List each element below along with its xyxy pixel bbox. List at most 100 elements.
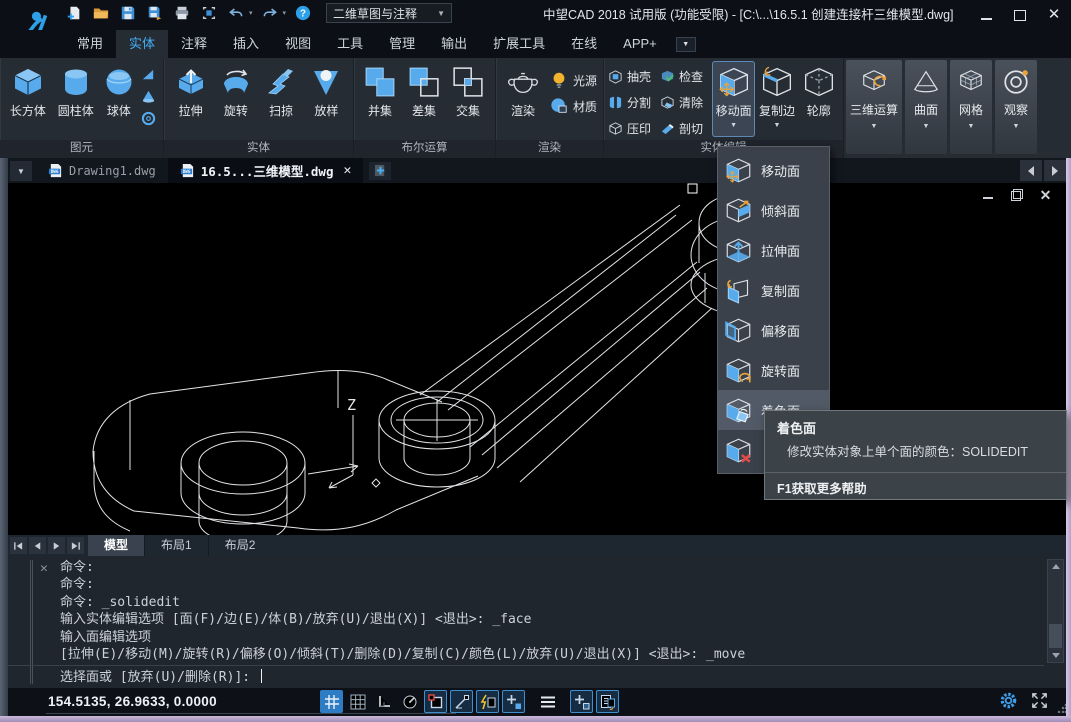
scroll-left-icon[interactable] — [1020, 160, 1042, 181]
undo-dropdown-icon[interactable]: ▾ — [249, 9, 253, 17]
last-layout-icon[interactable] — [67, 537, 84, 554]
new-file-icon[interactable] — [64, 3, 84, 23]
3d-operation-button[interactable]: 三维运算 ▼ — [846, 60, 902, 154]
move-face-button[interactable]: 移动面 ▼ — [712, 61, 755, 137]
doc-minimize-button[interactable] — [981, 189, 994, 202]
material-button[interactable]: 材质 — [550, 97, 597, 115]
doc-tab-drawing1[interactable]: DWG Drawing1.dwg — [36, 158, 168, 183]
tab-changyong[interactable]: 常用 — [64, 30, 116, 58]
chevron-down-icon: ▼ — [871, 123, 878, 130]
save-as-icon[interactable] — [145, 3, 165, 23]
lineweight-icon[interactable] — [502, 690, 525, 713]
menu-item-move-face[interactable]: 移动面 — [718, 150, 829, 190]
tab-app-plus[interactable]: APP+ — [610, 30, 670, 58]
observe-button[interactable]: 观察 ▼ — [995, 60, 1037, 154]
workspace-toggle-icon[interactable] — [596, 690, 619, 713]
wedge-icon[interactable] — [141, 67, 156, 82]
polar-icon[interactable] — [398, 690, 421, 713]
menu-item-rotate-face[interactable]: 旋转面 — [718, 350, 829, 390]
scrollbar-thumb[interactable] — [1049, 624, 1062, 648]
cylinder-button[interactable]: 圆柱体 — [52, 61, 100, 137]
maximize-button[interactable] — [1013, 8, 1027, 22]
tab-kuozhan[interactable]: 扩展工具 — [480, 30, 558, 58]
tab-charu[interactable]: 插入 — [220, 30, 272, 58]
doc-tab-list-icon[interactable]: ▼ — [10, 161, 32, 181]
ortho-icon[interactable] — [372, 690, 395, 713]
copy-edge-button[interactable]: 复制边 ▼ — [755, 61, 798, 137]
sweep-button[interactable]: 扫掠 — [259, 61, 304, 137]
tab-gongju[interactable]: 工具 — [324, 30, 376, 58]
menu-item-taper-face[interactable]: 倾斜面 — [718, 190, 829, 230]
cone-icon[interactable] — [141, 89, 156, 104]
intersect-button[interactable]: 交集 — [446, 61, 490, 137]
clean-button[interactable]: 清除 — [660, 94, 712, 111]
surface-button[interactable]: 曲面 ▼ — [905, 60, 947, 154]
scroll-down-icon[interactable] — [1052, 653, 1060, 658]
shell-button[interactable]: 抽壳 — [608, 68, 660, 85]
next-layout-icon[interactable] — [48, 537, 65, 554]
otrack-icon[interactable] — [450, 690, 473, 713]
outline-button[interactable]: 轮廓 — [799, 61, 839, 137]
tab-model-space[interactable]: 模型 — [88, 535, 144, 556]
tab-zhushi[interactable]: 注释 — [168, 30, 220, 58]
menu-item-copy-face[interactable]: 复制面 — [718, 270, 829, 310]
render-button[interactable]: 渲染 — [500, 61, 546, 137]
minimize-button[interactable] — [979, 8, 993, 22]
command-scrollbar[interactable] — [1047, 559, 1064, 663]
new-tab-button[interactable] — [369, 162, 391, 180]
slice-button[interactable]: 剖切 — [660, 120, 712, 137]
help-icon[interactable]: ? — [293, 3, 313, 23]
separate-button[interactable]: 分割 — [608, 94, 660, 111]
redo-dropdown-icon[interactable]: ▾ — [283, 9, 287, 17]
menu-item-extrude-face[interactable]: 拉伸面 — [718, 230, 829, 270]
fullscreen-icon[interactable] — [1030, 691, 1049, 710]
command-close-icon[interactable]: ✕ — [40, 561, 48, 576]
print-icon[interactable] — [172, 3, 192, 23]
ribbon-collapse-icon[interactable]: ▼ — [676, 37, 696, 52]
panel-label-solid: 实体 — [164, 140, 353, 158]
union-button[interactable]: 并集 — [358, 61, 402, 137]
box-button[interactable]: 长方体 — [4, 61, 52, 137]
tab-layout2[interactable]: 布局2 — [208, 535, 272, 556]
loft-button[interactable]: 放样 — [304, 61, 349, 137]
close-tab-icon[interactable]: ✕ — [344, 163, 352, 178]
scroll-up-icon[interactable] — [1052, 564, 1060, 569]
dynamic-input-icon[interactable] — [476, 690, 499, 713]
doc-restore-button[interactable] — [1010, 189, 1023, 202]
tab-guanli[interactable]: 管理 — [376, 30, 428, 58]
open-folder-icon[interactable] — [91, 3, 111, 23]
settings-gear-icon[interactable] — [999, 691, 1018, 710]
save-icon[interactable] — [118, 3, 138, 23]
tab-shuchu[interactable]: 输出 — [428, 30, 480, 58]
prev-layout-icon[interactable] — [29, 537, 46, 554]
imprint-button[interactable]: 压印 — [608, 120, 660, 137]
workspace-selector[interactable]: 二维草图与注释 ▼ — [326, 3, 452, 23]
doc-tab-model[interactable]: DWG 16.5...三维模型.dwg ✕ — [168, 158, 364, 183]
tab-zaixian[interactable]: 在线 — [558, 30, 610, 58]
light-button[interactable]: 光源 — [550, 71, 597, 89]
revolve-button[interactable]: 旋转 — [213, 61, 258, 137]
first-layout-icon[interactable] — [10, 537, 27, 554]
undo-icon[interactable] — [226, 3, 246, 23]
redo-icon[interactable] — [260, 3, 280, 23]
menu-item-offset-face[interactable]: 偏移面 — [718, 310, 829, 350]
scroll-right-icon[interactable] — [1044, 160, 1066, 181]
osnap-icon[interactable] — [424, 690, 447, 713]
tab-shiti[interactable]: 实体 — [116, 30, 168, 58]
status-menu-icon[interactable] — [536, 690, 559, 713]
subtract-button[interactable]: 差集 — [402, 61, 446, 137]
mesh-button[interactable]: 网格 ▼ — [950, 60, 992, 154]
snap-icon[interactable] — [320, 690, 343, 713]
torus-icon[interactable] — [141, 111, 156, 126]
doc-close-button[interactable]: ✕ — [1039, 189, 1052, 202]
selection-window-icon[interactable] — [199, 3, 219, 23]
check-button[interactable]: 检查 — [660, 68, 712, 85]
tab-layout1[interactable]: 布局1 — [144, 535, 208, 556]
grid-icon[interactable] — [346, 690, 369, 713]
tab-shitu[interactable]: 视图 — [272, 30, 324, 58]
sphere-button[interactable]: 球体 — [100, 61, 138, 137]
close-button[interactable]: ✕ — [1047, 8, 1061, 22]
command-input[interactable]: 选择面或 [放弃(U)/删除(R)]: — [60, 668, 262, 688]
extrude-button[interactable]: 拉伸 — [168, 61, 213, 137]
quick-copy-icon[interactable] — [570, 690, 593, 713]
